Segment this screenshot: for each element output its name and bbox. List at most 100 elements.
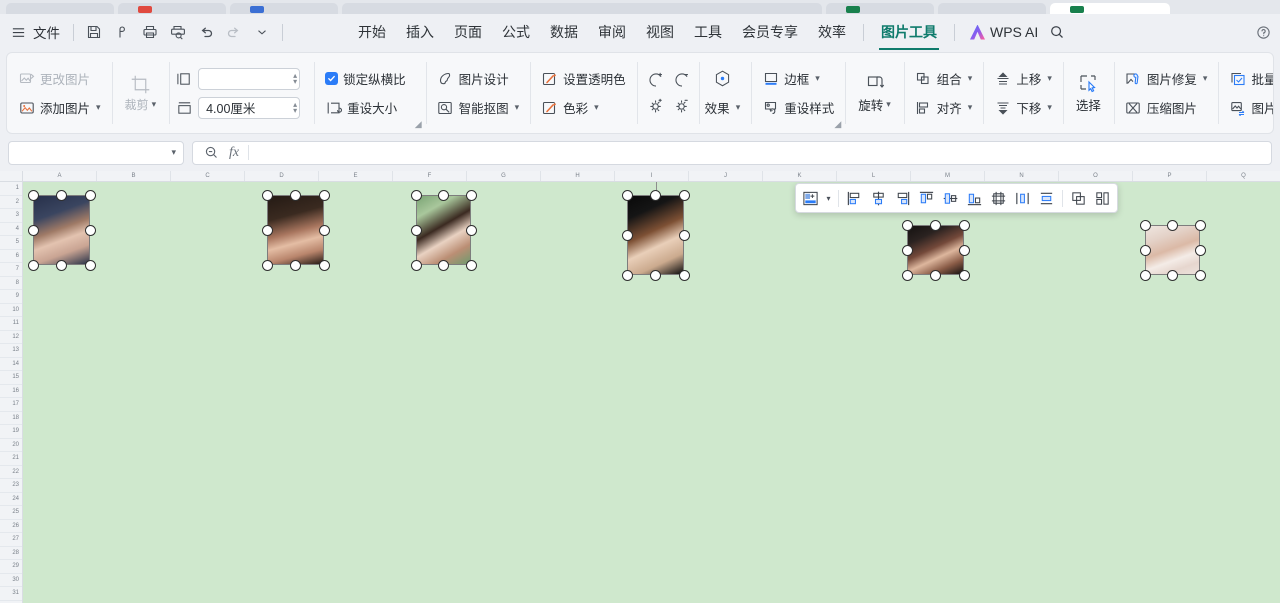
resize-handle-e[interactable] [318,224,330,236]
chevron-down-icon[interactable]: ▾ [968,102,973,113]
resize-handle-e[interactable] [1194,244,1206,256]
set-transparent-color-button[interactable]: 设置透明色 [537,67,630,91]
row-header-15[interactable]: 15 [0,371,22,385]
resize-handle-nw[interactable] [1139,219,1151,231]
align-center-button[interactable] [867,186,890,210]
chevron-down-icon[interactable]: ▾ [1047,102,1052,113]
tab-view[interactable]: 视图 [636,18,684,46]
change-picture-button[interactable]: 更改图片 [14,67,105,91]
tab-page[interactable]: 页面 [444,18,492,46]
reset-size-button[interactable]: 重设大小 [321,96,410,120]
chevron-down-icon[interactable]: ▾ [1047,73,1052,84]
resize-handle-sw[interactable] [410,259,422,271]
tab-member[interactable]: 会员专享 [732,18,808,46]
picture-3[interactable] [410,189,477,271]
print-preview-icon[interactable] [165,19,191,45]
resize-handle-ne[interactable] [678,189,690,201]
picture-height-input[interactable]: 4.00厘米 ▴ ▾ [198,96,301,119]
resize-handle-nw[interactable] [901,219,913,231]
formula-input-bar[interactable]: fx [192,140,1272,165]
distribute-grid-button[interactable] [987,186,1010,210]
resize-handle-sw[interactable] [1139,269,1151,281]
column-header-Q[interactable]: Q [1207,171,1280,181]
select-all-corner[interactable] [0,171,23,181]
column-header-K[interactable]: K [763,171,837,181]
doc-tab-excel[interactable] [826,3,934,14]
resize-handle-n[interactable] [650,189,661,201]
resize-handle-nw[interactable] [261,189,273,201]
column-header-D[interactable]: D [245,171,319,181]
row-header-1[interactable]: 1 [0,182,22,196]
picture-style-dialog-launcher[interactable]: ◢ [834,119,841,130]
resize-handle-se[interactable] [1194,269,1206,281]
arrange-objects-button[interactable] [1091,186,1114,210]
color-button[interactable]: 色彩 ▾ [537,96,630,120]
align-right-button[interactable] [891,186,914,210]
align-middle-button[interactable] [939,186,962,210]
help-icon[interactable] [1250,19,1276,45]
tab-formula[interactable]: 公式 [492,18,540,46]
column-header-N[interactable]: N [985,171,1059,181]
resize-handle-e[interactable] [84,224,96,236]
resize-handle-w[interactable] [1139,244,1151,256]
bring-forward-button[interactable]: 上移 ▾ [990,67,1056,91]
column-header-O[interactable]: O [1059,171,1133,181]
tab-data[interactable]: 数据 [540,18,588,46]
smart-cutout-button[interactable]: 智能抠图 ▾ [433,96,524,120]
row-header-29[interactable]: 29 [0,560,22,574]
resize-handle-e[interactable] [958,244,970,256]
resize-handle-ne[interactable] [465,189,477,201]
resize-handle-se[interactable] [465,259,477,271]
resize-handle-s[interactable] [56,259,67,271]
row-header-7[interactable]: 7 [0,263,22,277]
resize-handle-sw[interactable] [901,269,913,281]
group-objects-button[interactable] [1067,186,1090,210]
row-header-17[interactable]: 17 [0,398,22,412]
picture-5[interactable] [901,219,970,281]
three-d-button[interactable] [701,67,745,91]
doc-tab-word[interactable] [230,3,338,14]
tab-efficiency[interactable]: 效率 [808,18,856,46]
picture-6[interactable] [1139,219,1206,281]
row-header-22[interactable]: 22 [0,466,22,479]
resize-handle-se[interactable] [958,269,970,281]
resize-handle-s[interactable] [930,269,941,281]
resize-handle-ne[interactable] [84,189,96,201]
row-header-13[interactable]: 13 [0,344,22,358]
row-header-10[interactable]: 10 [0,304,22,317]
column-header-P[interactable]: P [1133,171,1207,181]
resize-handle-n[interactable] [56,189,67,201]
column-header-A[interactable]: A [23,171,97,181]
border-button[interactable]: 边框 ▾ [758,67,838,91]
resize-handle-se[interactable] [84,259,96,271]
chevron-down-icon[interactable]: ▾ [171,147,176,158]
doc-tab-pdf[interactable] [118,3,226,14]
group-button[interactable]: 组合 ▾ [911,67,977,91]
resize-handle-se[interactable] [318,259,330,271]
picture-design-button[interactable]: 图片设计 [433,67,524,91]
row-header-3[interactable]: 3 [0,209,22,223]
row-header-11[interactable]: 11 [0,317,22,331]
chevron-down-icon[interactable]: ▾ [594,102,599,113]
redo-icon[interactable] [221,19,247,45]
resize-handle-w[interactable] [27,224,39,236]
tab-insert[interactable]: 插入 [396,18,444,46]
resize-handle-w[interactable] [901,244,913,256]
column-header-E[interactable]: E [319,171,393,181]
picture-repair-button[interactable]: 图片修复 ▾ [1121,67,1212,91]
increase-brightness-icon[interactable] [646,96,666,116]
row-header-5[interactable]: 5 [0,236,22,250]
chevron-down-icon[interactable]: ▾ [515,102,520,113]
undo-icon[interactable] [193,19,219,45]
picture-4[interactable] [621,182,690,281]
column-header-J[interactable]: J [689,171,763,181]
resize-handle-e[interactable] [465,224,477,236]
resize-handle-ne[interactable] [318,189,330,201]
rotate-button[interactable]: 旋转 ▾ [852,65,897,121]
row-header-2[interactable]: 2 [0,196,22,209]
chevron-down-icon[interactable]: ▾ [736,102,741,113]
crop-button[interactable]: 裁剪 ▾ [119,65,163,121]
chevron-down-icon[interactable]: ▾ [968,73,973,84]
compress-picture-button[interactable]: 压缩图片 [1121,96,1212,120]
row-header-25[interactable]: 25 [0,506,22,520]
